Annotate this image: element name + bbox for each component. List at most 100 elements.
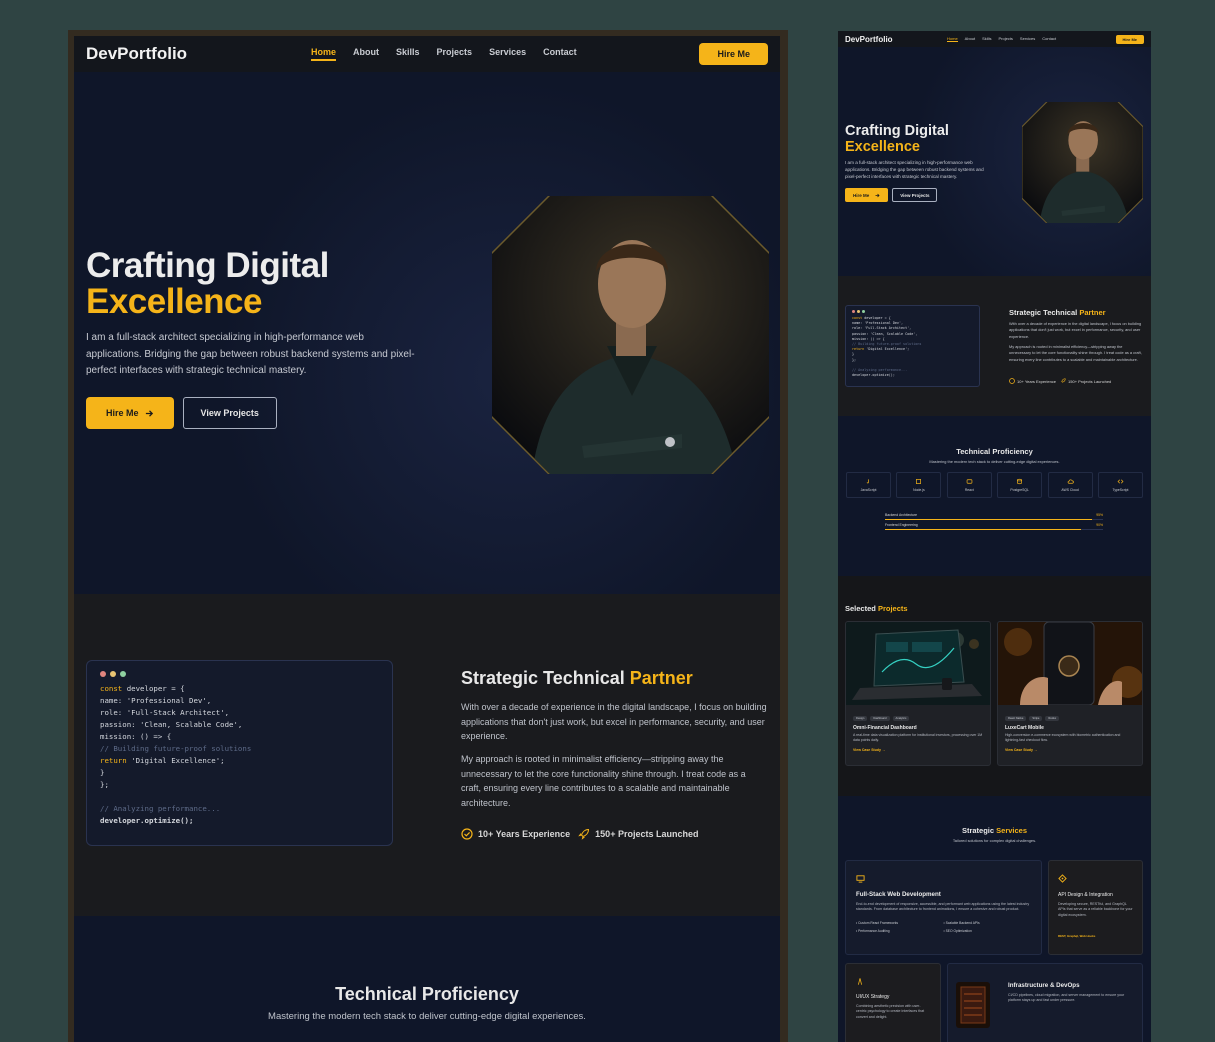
hero-section: Crafting Digital Excellence I am a full-… xyxy=(838,47,1151,276)
nav-projects[interactable]: Projects xyxy=(437,47,473,61)
stat-projects-label: 150+ Projects Launched xyxy=(595,829,699,839)
code-snippet-card: const developer = { name: 'Professional … xyxy=(86,660,393,846)
service-card-fullstack[interactable]: Full-Stack Web Development End-to-end de… xyxy=(845,860,1042,955)
service-card-api[interactable]: API Design & Integration Developing secu… xyxy=(1048,860,1143,955)
nav-skills[interactable]: Skills xyxy=(396,47,420,61)
skill-bar-label: Backend Architecture xyxy=(885,513,918,517)
services-subtitle: Tailored solutions for complex digital c… xyxy=(952,838,1037,843)
navbar: DevPortfolio Home About Skills Projects … xyxy=(838,31,1151,47)
hero-title-accent: Excellence xyxy=(845,138,920,155)
code-comment: // Analyzing performance... xyxy=(100,804,221,813)
about-section: const developer = { name: 'Professional … xyxy=(74,594,780,916)
window-dots xyxy=(100,671,379,677)
about-section: const developer = { name: 'Professional … xyxy=(838,276,1151,416)
service-feature: • SEO Optimization xyxy=(943,928,972,933)
monitor-icon xyxy=(856,875,865,883)
rocket-icon xyxy=(578,828,590,840)
hero-title-line1: Crafting Digital xyxy=(845,123,949,139)
about-paragraph-2: My approach is rooted in minimalist effi… xyxy=(1009,344,1142,362)
projects-title-text: Selected xyxy=(845,604,878,613)
nav-contact[interactable]: Contact xyxy=(1042,36,1056,42)
nav-links: Home About Skills Projects Services Cont… xyxy=(947,36,1116,42)
proficiency-title: Technical Proficiency xyxy=(956,447,1033,456)
stat-projects-label: 150+ Projects Launched xyxy=(1068,378,1112,384)
nav-home[interactable]: Home xyxy=(947,36,958,42)
database-icon xyxy=(1017,478,1023,485)
code-line: developer.optimize(); xyxy=(852,373,895,378)
project-tag: Stripe xyxy=(1029,716,1043,721)
nav-projects[interactable]: Projects xyxy=(998,36,1012,42)
service-description: Developing secure, RESTful, and GraphQL … xyxy=(1058,902,1133,917)
code-line: developer = { xyxy=(862,316,891,320)
hire-me-nav-button[interactable]: Hire Me xyxy=(1115,34,1144,44)
about-stats: 10+ Years Experience 150+ Projects Launc… xyxy=(1009,378,1111,384)
nav-services[interactable]: Services xyxy=(1020,36,1035,42)
desktop-preview: DevPortfolio Home About Skills Projects … xyxy=(68,30,788,1042)
nav-skills[interactable]: Skills xyxy=(982,36,991,42)
code-line: passion: 'Clean, Scalable Code', xyxy=(100,720,243,729)
site-logo[interactable]: DevPortfolio xyxy=(845,35,947,44)
skill-postgresql: PostgreSQL xyxy=(997,472,1043,498)
hire-me-label: Hire Me xyxy=(853,192,870,198)
js-icon xyxy=(866,479,869,484)
skill-bar-frontend: Frontend Engineering 90% xyxy=(885,523,1103,530)
hire-me-button[interactable]: Hire Me xyxy=(86,397,174,429)
hire-me-button[interactable]: Hire Me xyxy=(845,188,889,202)
case-study-label: View Case Study xyxy=(1005,748,1033,752)
service-title: API Design & Integration xyxy=(1058,892,1113,898)
hire-me-nav-button[interactable]: Hire Me xyxy=(699,43,768,65)
nav-about[interactable]: About xyxy=(353,47,379,61)
about-title: Strategic Technical Partner xyxy=(1009,308,1106,317)
project-card-omni[interactable]: Design Dashboard Analytics Omni-Financia… xyxy=(845,621,991,766)
skill-label: JavaScript xyxy=(860,488,877,492)
skill-bar-backend: Backend Architecture 95% xyxy=(885,513,1103,520)
code-line: 'Digital Excellence'; xyxy=(864,347,910,352)
view-case-study-link[interactable]: View Case Study → xyxy=(846,743,990,752)
nav-home[interactable]: Home xyxy=(311,47,337,61)
site-logo[interactable]: DevPortfolio xyxy=(86,44,311,64)
service-features: • Custom React Frameworks • Scalable Bac… xyxy=(856,921,1031,933)
services-title-accent: Services xyxy=(996,826,1028,835)
project-tag: Dashboard xyxy=(870,716,890,721)
uiux-icon xyxy=(858,978,862,985)
service-card-infra[interactable]: Infrastructure & DevOps CI/CD pipelines,… xyxy=(947,963,1143,1042)
code-line: role: 'Full-Stack Architect', xyxy=(100,708,230,717)
project-image-mobile xyxy=(998,622,1142,706)
view-projects-button[interactable]: View Projects xyxy=(892,188,938,202)
skill-javascript: JavaScript xyxy=(846,472,891,498)
case-study-label: View Case Study xyxy=(853,748,881,752)
proficiency-subtitle: Mastering the modern tech stack to deliv… xyxy=(929,459,1060,464)
nav-links: Home About Skills Projects Services Cont… xyxy=(311,47,699,61)
skill-bar-label: Frontend Engineering xyxy=(885,523,918,527)
nav-services[interactable]: Services xyxy=(489,47,526,61)
stat-experience: 10+ Years Experience xyxy=(461,828,570,840)
hire-me-label: Hire Me xyxy=(106,408,139,418)
about-paragraph-2: My approach is rooted in minimalist effi… xyxy=(461,754,746,808)
code-keyword: return xyxy=(852,347,865,352)
proficiency-section: Technical Proficiency Mastering the mode… xyxy=(74,916,780,1042)
project-title: LuxeCart Mobile xyxy=(1005,725,1044,731)
profile-photo xyxy=(492,196,769,474)
desktop-page: DevPortfolio Home About Skills Projects … xyxy=(74,36,780,1042)
about-title: Strategic Technical Partner xyxy=(461,668,693,689)
window-dots xyxy=(852,310,973,313)
stat-projects: 150+ Projects Launched xyxy=(578,828,698,840)
projects-title: Selected Projects xyxy=(845,604,908,613)
profile-photo xyxy=(1022,102,1143,223)
view-projects-button[interactable]: View Projects xyxy=(182,397,277,429)
service-card-uiux[interactable]: UI/UX Strategy Combining aesthetic preci… xyxy=(845,963,941,1042)
projects-title-accent: Projects xyxy=(877,604,908,613)
nav-about[interactable]: About xyxy=(965,36,975,42)
feature-label: Performance Auditing xyxy=(858,928,890,933)
project-card-luxecart[interactable]: React Native Stripe Redux LuxeCart Mobil… xyxy=(997,621,1143,766)
service-meta: REST, Graphql, Web Hooks xyxy=(1058,933,1096,938)
nav-contact[interactable]: Contact xyxy=(543,47,577,61)
service-description: CI/CD pipelines, cloud migration, and se… xyxy=(1008,993,1125,1003)
view-case-study-link[interactable]: View Case Study → xyxy=(998,743,1142,752)
react-icon xyxy=(966,479,973,484)
skill-label: React xyxy=(964,488,974,492)
about-title-accent: Partner xyxy=(1079,308,1106,317)
project-tag: Redux xyxy=(1045,716,1060,721)
skill-list: JavaScript Node.js React PostgreSQL AWS … xyxy=(838,472,1151,498)
hero-title: Crafting Digital Excellence xyxy=(845,123,949,155)
